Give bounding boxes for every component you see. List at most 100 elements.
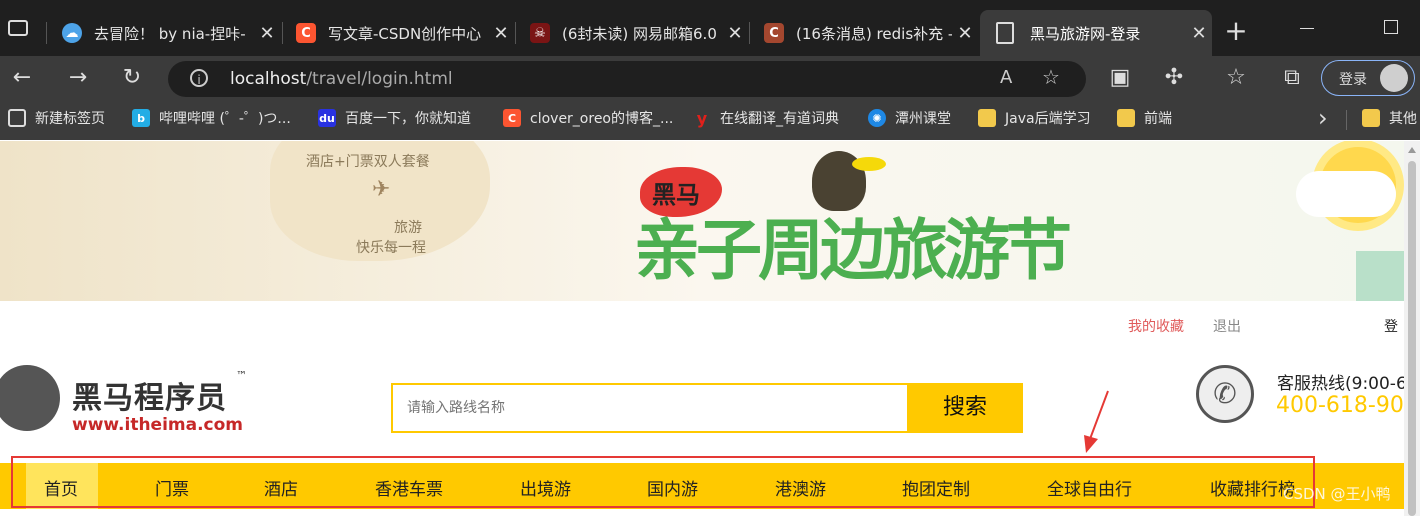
browser-tab-active[interactable]: 黑马旅游网-登录 ✕ [980, 10, 1212, 56]
promo-banner[interactable]: 酒店+门票双人套餐 ✈ 旅游 快乐每一程 黑马 亲子周边旅游节 [0, 141, 1404, 301]
annotation-arrow [1084, 390, 1109, 453]
bookmarks-bar: 新建标签页 b 哔哩哔哩 (゜-゜)つ... du 百度一下，你就知道 C cl… [0, 100, 1420, 140]
new-tab-button[interactable]: + [1222, 14, 1250, 48]
browser-tab[interactable]: C 写文章-CSDN创作中心 ✕ [282, 10, 514, 56]
phone-icon: ✆ [1196, 365, 1254, 423]
browser-tab[interactable]: ☁ 去冒险！ by nia-捏咔- ✕ [48, 10, 280, 56]
tab-title: 去冒险！ by nia-捏咔- [94, 24, 246, 43]
building-decoration [1356, 251, 1404, 301]
heima-horse-icon [0, 365, 60, 431]
read-aloud-icon[interactable]: A [1000, 67, 1012, 88]
promo-card-text: 旅游 [394, 220, 422, 236]
annotation-highlight-box [11, 456, 1315, 508]
folder-icon [1362, 109, 1380, 127]
bird-beak-icon [852, 157, 886, 171]
tab-title: (16条消息) redis补充 - [796, 24, 952, 43]
login-link[interactable]: 登 [1384, 316, 1398, 336]
info-icon[interactable]: i [190, 69, 208, 87]
logo[interactable]: 黑马程序员 ™ www.itheima.com [72, 369, 247, 435]
close-icon[interactable]: ✕ [488, 23, 514, 44]
watermark: CSDN @王小鸭 [1283, 485, 1391, 503]
bookmark-item[interactable]: y 在线翻译_有道词典 [693, 108, 839, 128]
bookmark-item[interactable]: b 哔哩哔哩 (゜-゜)つ... [132, 108, 291, 128]
browser-toolbar: ← → ↻ i localhost/travel/login.html A ☆ … [0, 56, 1420, 100]
promo-card-text: 酒店+门票双人套餐 [306, 154, 430, 170]
maximize-icon[interactable] [1384, 20, 1398, 34]
folder-icon [978, 109, 996, 127]
bookmark-item[interactable]: C clover_oreo的博客_... [503, 108, 673, 128]
bookmark-item[interactable]: ✺ 潭州课堂 [868, 108, 951, 128]
folder-icon [1117, 109, 1135, 127]
csdn-icon: C [764, 23, 784, 43]
browser-tab-bar: ☁ 去冒险！ by nia-捏咔- ✕ C 写文章-CSDN创作中心 ✕ ☠ (… [0, 0, 1420, 56]
chevron-right-icon[interactable]: › [1318, 104, 1328, 132]
tab-separator [46, 22, 47, 44]
bookmark-label: 潭州课堂 [895, 111, 951, 127]
browser-tab[interactable]: C (16条消息) redis补充 - ✕ [750, 10, 978, 56]
document-icon [996, 22, 1014, 44]
netease-mail-icon: ☠ [530, 23, 550, 43]
profile-button[interactable]: 登录 [1321, 60, 1415, 96]
bookmark-item[interactable]: 新建标签页 [8, 108, 105, 128]
scrollbar[interactable] [1404, 141, 1420, 516]
new-tab-icon [8, 109, 26, 127]
scroll-up-icon[interactable] [1408, 147, 1416, 153]
favorites-icon[interactable]: ☆ [1222, 64, 1250, 92]
bookmark-item[interactable]: du 百度一下，你就知道 [318, 108, 471, 128]
logo-url: www.itheima.com [72, 415, 244, 435]
csdn-icon: C [296, 23, 316, 43]
extensions-puzzle-icon[interactable]: ✣ [1160, 64, 1188, 92]
favorite-star-icon[interactable]: ☆ [1042, 65, 1060, 89]
tab-actions-icon[interactable] [8, 20, 28, 36]
refresh-icon[interactable]: ↻ [118, 64, 146, 92]
address-bar[interactable]: i localhost/travel/login.html A ☆ [168, 61, 1086, 97]
hotline-label: 客服热线(9:00-6 [1277, 374, 1404, 394]
csdn-icon: C [503, 109, 521, 127]
cloud-icon: ☁ [62, 23, 82, 43]
tab-title: (6封未读) 网易邮箱6.0 [562, 24, 717, 43]
bookmark-label: 其他 [1389, 111, 1417, 127]
route-search-input[interactable] [393, 385, 907, 431]
back-icon[interactable]: ← [8, 64, 36, 92]
extension-icon[interactable]: ▣ [1106, 64, 1134, 92]
url-host: localhost [230, 69, 307, 89]
bookmark-folder[interactable]: Java后端学习 [978, 108, 1091, 128]
promo-card-text: 快乐每一程 [356, 240, 426, 256]
close-icon[interactable]: ✕ [952, 23, 978, 44]
search-box: 搜索 [391, 383, 1023, 433]
tanzhou-icon: ✺ [868, 109, 886, 127]
url-text: localhost/travel/login.html [230, 69, 453, 89]
tab-title: 黑马旅游网-登录 [1030, 24, 1141, 43]
search-button[interactable]: 搜索 [907, 383, 1023, 433]
profile-label: 登录 [1339, 72, 1367, 88]
bookmark-label: 新建标签页 [35, 111, 105, 127]
browser-tab[interactable]: ☠ (6封未读) 网易邮箱6.0 ✕ [516, 10, 748, 56]
airplane-icon: ✈ [372, 177, 391, 202]
banner-headline: 亲子周边旅游节 [634, 212, 1072, 289]
close-icon[interactable]: ✕ [722, 23, 748, 44]
scrollbar-thumb[interactable] [1408, 161, 1416, 516]
bilibili-icon: b [132, 109, 150, 127]
close-icon[interactable]: ✕ [1186, 23, 1212, 44]
my-favorites-link[interactable]: 我的收藏 [1128, 316, 1184, 336]
youdao-icon: y [696, 108, 708, 128]
bookmark-label: Java后端学习 [1005, 111, 1091, 127]
logo-name: 黑马程序员 [72, 381, 227, 416]
bookmark-folder[interactable]: 其他 [1362, 108, 1417, 128]
forward-icon[interactable]: → [64, 64, 92, 92]
bookmark-label: clover_oreo的博客_... [530, 111, 674, 127]
tab-title: 写文章-CSDN创作中心 [328, 24, 482, 43]
minimize-icon[interactable] [1300, 28, 1314, 29]
url-path: /travel/login.html [306, 69, 453, 89]
baidu-icon: du [318, 109, 336, 127]
separator [1346, 110, 1347, 130]
cloud-decoration [1296, 171, 1396, 217]
logo-tm: ™ [236, 369, 247, 382]
avatar-icon [1380, 64, 1408, 92]
bookmark-folder[interactable]: 前端 [1117, 108, 1172, 128]
logout-link[interactable]: 退出 [1213, 316, 1241, 336]
bookmark-label: 在线翻译_有道词典 [720, 111, 839, 127]
bookmark-label: 哔哩哔哩 (゜-゜)つ... [159, 111, 291, 127]
collections-icon[interactable]: ⧉ [1278, 64, 1306, 92]
close-icon[interactable]: ✕ [254, 23, 280, 44]
